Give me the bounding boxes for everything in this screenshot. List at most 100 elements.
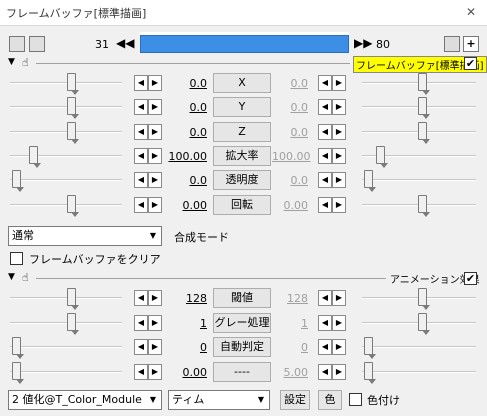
slider-thumb-right[interactable] [376,145,388,168]
slider-track-left[interactable] [10,179,122,182]
color-attach-checkbox[interactable] [349,393,362,406]
slider-track-left[interactable] [10,370,122,373]
value-left[interactable]: 0.00 [165,366,208,379]
value-right[interactable]: 0.0 [272,174,309,187]
camera-icon[interactable] [9,36,25,52]
slider-thumb-left[interactable] [67,73,79,95]
slider-thumb-left[interactable] [67,288,79,310]
value-left[interactable]: 0.0 [165,126,208,139]
value-right[interactable]: 0 [272,341,308,354]
increment-right-button[interactable]: ▶ [332,172,346,189]
slider-thumb-right[interactable] [364,337,376,359]
param-button[interactable]: 自動判定 [213,337,271,357]
slider-thumb-right[interactable] [418,73,430,95]
param-button[interactable]: X [213,73,271,93]
slider-track-left[interactable] [10,106,122,109]
increment-right-button[interactable]: ▶ [332,196,346,213]
slider-track-left[interactable] [10,82,122,84]
decrement-right-button[interactable]: ◀ [318,75,332,91]
slider-thumb-right[interactable] [364,361,376,384]
value-right[interactable]: 128 [272,292,308,305]
decrement-right-button[interactable]: ◀ [318,339,332,355]
value-left[interactable]: 0.0 [165,101,208,114]
decrement-left-button[interactable]: ◀ [134,363,148,380]
increment-left-button[interactable]: ▶ [148,123,162,140]
slider-track-right[interactable] [362,346,476,348]
increment-left-button[interactable]: ▶ [148,196,162,213]
slider-track-left[interactable] [10,203,122,206]
slider-thumb-right[interactable] [364,170,376,193]
decrement-right-button[interactable]: ◀ [318,123,332,140]
increment-left-button[interactable]: ▶ [148,172,162,189]
decrement-left-button[interactable]: ◀ [134,75,148,91]
slider-thumb-left[interactable] [12,337,24,359]
section1-enable-checkbox[interactable]: ✔ [464,57,477,70]
value-left[interactable]: 100.00 [165,150,208,163]
slider-thumb-left[interactable] [67,97,79,120]
clear-framebuffer-checkbox[interactable] [10,252,23,265]
decrement-right-button[interactable]: ◀ [318,196,332,213]
value-right[interactable]: 0.0 [272,101,309,114]
add-icon[interactable]: + [463,36,479,52]
increment-left-button[interactable]: ▶ [148,147,162,164]
settings-button[interactable]: 設定 [280,390,310,410]
slider-thumb-left[interactable] [67,312,79,335]
prev-keyframe-button[interactable]: ◀◀ [116,36,134,50]
slider-track-right[interactable] [362,179,476,182]
decrement-right-button[interactable]: ◀ [318,290,332,306]
increment-left-button[interactable]: ▶ [148,314,162,331]
value-right[interactable]: 1 [272,317,308,330]
param-button[interactable]: Z [213,121,271,142]
close-button[interactable]: ✕ [460,2,482,22]
value-left[interactable]: 0.0 [165,77,208,90]
value-left[interactable]: 128 [165,292,207,305]
increment-right-button[interactable]: ▶ [332,147,346,164]
slider-thumb-left[interactable] [67,121,79,144]
timeline-bar[interactable] [140,35,349,53]
param-button[interactable]: 透明度 [213,170,271,191]
effect-select[interactable]: 2 値化@T_Color_Module ▼ [8,390,162,410]
section1-collapse-icon[interactable]: ▼ [8,57,15,67]
param-button[interactable]: 回転 [213,194,271,215]
value-right[interactable]: 0.00 [272,199,309,212]
value-right[interactable]: 100.00 [272,150,311,163]
slider-thumb-right[interactable] [418,194,430,217]
settings-icon[interactable] [29,36,45,52]
slider-thumb-left[interactable] [12,361,24,384]
increment-right-button[interactable]: ▶ [332,314,346,331]
value-left[interactable]: 1 [165,317,207,330]
decrement-left-button[interactable]: ◀ [134,196,148,213]
value-right[interactable]: 5.00 [272,366,309,379]
param-button[interactable]: グレー処理 [213,312,271,333]
slider-thumb-left[interactable] [29,145,41,168]
increment-right-button[interactable]: ▶ [332,123,346,140]
value-left[interactable]: 0.00 [165,199,208,212]
param-button[interactable]: Y [213,97,271,118]
increment-right-button[interactable]: ▶ [332,75,346,91]
decrement-left-button[interactable]: ◀ [134,339,148,355]
increment-left-button[interactable]: ▶ [148,75,162,91]
increment-right-button[interactable]: ▶ [332,99,346,116]
decrement-right-button[interactable]: ◀ [318,314,332,331]
slider-thumb-right[interactable] [418,97,430,120]
decrement-left-button[interactable]: ◀ [134,290,148,306]
decrement-left-button[interactable]: ◀ [134,172,148,189]
increment-right-button[interactable]: ▶ [332,363,346,380]
value-right[interactable]: 0.0 [272,126,309,139]
decrement-left-button[interactable]: ◀ [134,314,148,331]
blend-mode-select[interactable]: 通常 ▼ [8,226,162,246]
decrement-right-button[interactable]: ◀ [318,99,332,116]
slider-thumb-right[interactable] [418,121,430,144]
slider-track-left[interactable] [10,154,122,157]
increment-left-button[interactable]: ▶ [148,339,162,355]
slider-track-left[interactable] [10,321,122,324]
decrement-right-button[interactable]: ◀ [318,363,332,380]
increment-left-button[interactable]: ▶ [148,99,162,116]
slider-track-left[interactable] [10,346,122,348]
decrement-left-button[interactable]: ◀ [134,123,148,140]
next-keyframe-button[interactable]: ▶▶ [354,36,372,50]
slider-thumb-right[interactable] [418,288,430,310]
slider-thumb-left[interactable] [12,170,24,193]
increment-right-button[interactable]: ▶ [332,339,346,355]
increment-left-button[interactable]: ▶ [148,290,162,306]
